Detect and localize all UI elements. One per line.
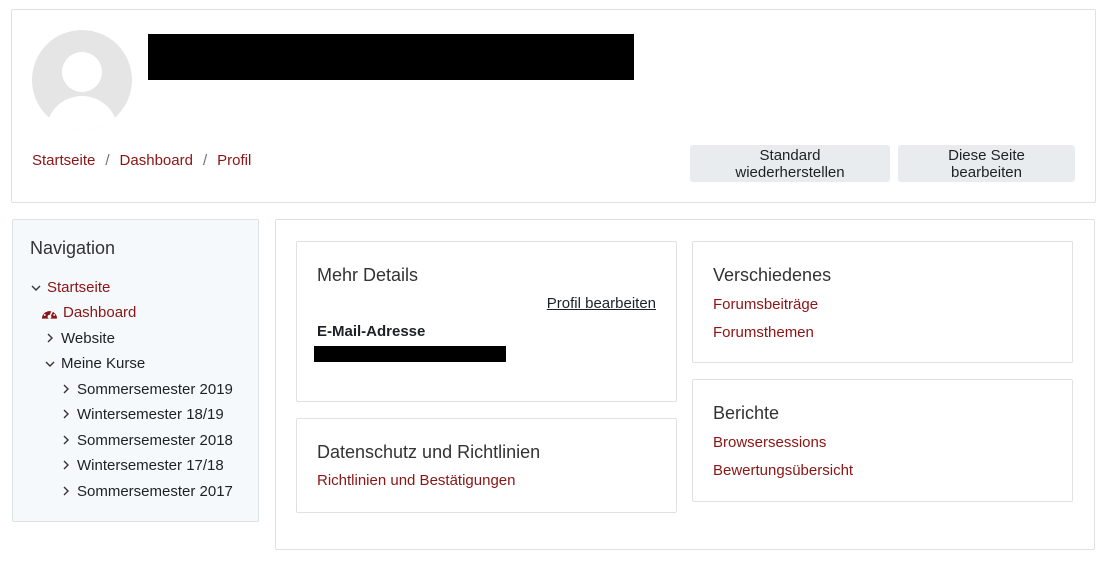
privacy-section: Datenschutz und Richtlinien Richtlinien … (296, 418, 677, 513)
misc-title: Verschiedenes (713, 265, 832, 285)
nav-item-label: Sommersemester 2019 (77, 381, 233, 398)
nav-item-course[interactable]: Wintersemester 18/19 (59, 406, 224, 423)
nav-item-course[interactable]: Sommersemester 2018 (59, 432, 233, 449)
navigation-title: Navigation (30, 238, 116, 258)
avatar-body (46, 96, 118, 130)
avatar (32, 30, 132, 130)
breadcrumb-separator: / (105, 152, 110, 169)
nav-item-label: Wintersemester 18/19 (77, 406, 224, 423)
forum-discussions-link[interactable]: Forumsthemen (713, 324, 814, 341)
nav-item-label: Startseite (47, 279, 111, 296)
nav-item-label: Sommersemester 2017 (77, 483, 233, 500)
nav-item-website[interactable]: Website (43, 330, 115, 347)
chevron-right-icon (59, 408, 73, 422)
chevron-right-icon (59, 485, 73, 499)
nav-item-dashboard[interactable]: Dashboard (41, 304, 136, 321)
chevron-right-icon (59, 459, 73, 473)
redacted-email-value (314, 346, 506, 362)
nav-item-startseite[interactable]: Startseite (29, 279, 110, 296)
details-title: Mehr Details (317, 265, 419, 285)
forum-posts-link[interactable]: Forumsbeiträge (713, 296, 818, 313)
breadcrumb-profile-link[interactable]: Profil (217, 152, 251, 169)
breadcrumb-home-link[interactable]: Startseite (32, 152, 95, 169)
chevron-right-icon (43, 332, 57, 346)
avatar-head (62, 52, 102, 92)
breadcrumb-dashboard-link[interactable]: Dashboard (120, 152, 193, 169)
chevron-down-icon (29, 281, 43, 295)
breadcrumb-separator: / (202, 152, 208, 169)
nav-item-course[interactable]: Sommersemester 2017 (59, 483, 233, 500)
edit-profile-link[interactable]: Profil bearbeiten (547, 295, 656, 312)
breadcrumb: Startseite / Dashboard / Profil (32, 152, 251, 169)
nav-item-label: Wintersemester 17/18 (77, 457, 224, 474)
nav-item-meine-kurse[interactable]: Meine Kurse (43, 355, 145, 372)
grades-overview-link[interactable]: Bewertungsübersicht (713, 462, 853, 479)
profile-header: Startseite / Dashboard / Profil Standard… (11, 9, 1096, 203)
navigation-block: Navigation Startseite Dashboard Website … (12, 219, 259, 522)
reports-section: Berichte Browsersessions Bewertungsübers… (692, 379, 1073, 502)
chevron-right-icon (59, 383, 73, 397)
nav-item-course[interactable]: Sommersemester 2019 (59, 381, 233, 398)
reset-default-button[interactable]: Standard wiederherstellen (690, 145, 890, 182)
profile-content: Mehr Details Profil bearbeiten E-Mail-Ad… (275, 219, 1095, 550)
policies-link[interactable]: Richtlinien und Bestätigungen (317, 472, 515, 489)
nav-item-label: Sommersemester 2018 (77, 432, 233, 449)
details-section: Mehr Details Profil bearbeiten E-Mail-Ad… (296, 241, 677, 402)
dashboard-gauge-icon (41, 308, 58, 319)
edit-page-button[interactable]: Diese Seite bearbeiten (898, 145, 1075, 182)
chevron-right-icon (59, 434, 73, 448)
reports-title: Berichte (713, 403, 780, 423)
nav-item-label: Meine Kurse (61, 355, 146, 372)
nav-item-course[interactable]: Wintersemester 17/18 (59, 457, 224, 474)
redacted-user-name (148, 34, 634, 80)
nav-item-label: Website (61, 330, 115, 347)
misc-section: Verschiedenes Forumsbeiträge Forumstheme… (692, 241, 1073, 363)
browser-sessions-link[interactable]: Browsersessions (713, 434, 826, 451)
nav-item-label: Dashboard (63, 304, 137, 321)
chevron-down-icon (43, 357, 57, 371)
privacy-title: Datenschutz und Richtlinien (317, 442, 541, 462)
email-label: E-Mail-Adresse (317, 323, 426, 340)
